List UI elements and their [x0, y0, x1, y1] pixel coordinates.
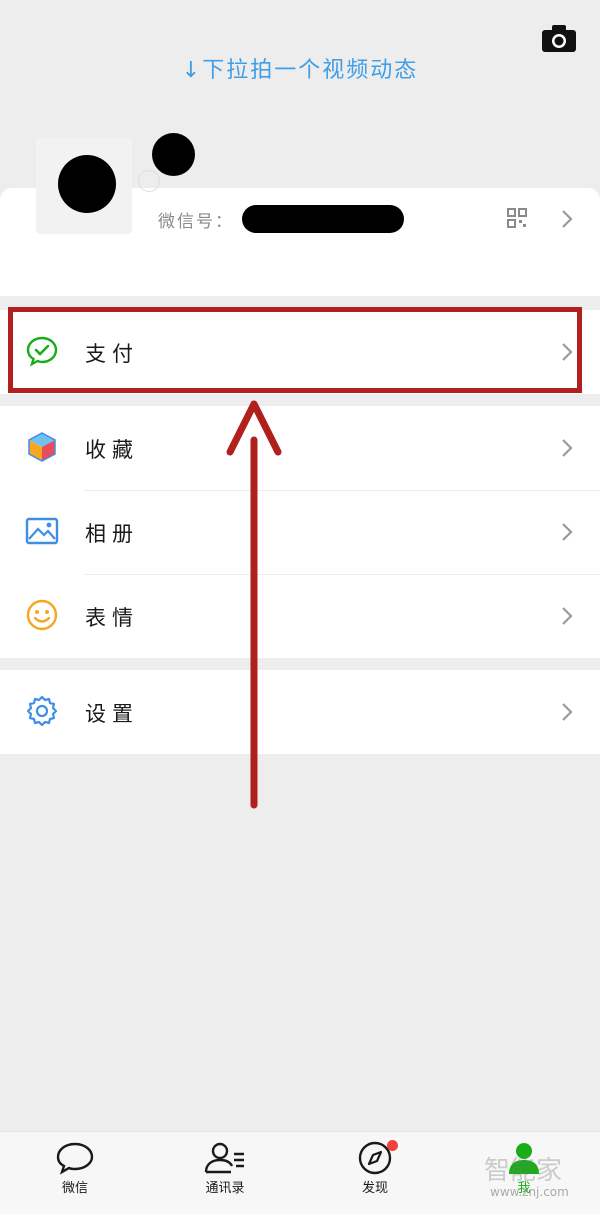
collection-section: 收藏 相册 表情: [0, 406, 600, 658]
menu-label-settings: 设置: [85, 702, 139, 726]
watermark-url: www.znj.com: [490, 1185, 569, 1199]
cube-icon: [25, 430, 59, 464]
wechat-id-redaction: [242, 205, 404, 233]
tab-label-chats: 微信: [61, 1181, 88, 1196]
settings-section: 设置: [0, 670, 600, 754]
tab-chats[interactable]: 微信: [25, 1132, 125, 1214]
chevron-right-icon: [560, 207, 574, 231]
annotation-arrow-icon: [226, 400, 282, 809]
avatar-redaction: [58, 155, 116, 213]
notification-badge: [387, 1140, 398, 1151]
nickname-redaction: [152, 133, 195, 176]
menu-label-favorites: 收藏: [85, 438, 139, 462]
chevron-right-icon: [560, 604, 574, 628]
menu-label-album: 相册: [85, 522, 139, 546]
menu-label-stickers: 表情: [85, 606, 139, 630]
highlight-box: [8, 307, 582, 393]
tab-contacts[interactable]: 通讯录: [175, 1132, 275, 1214]
menu-item-album[interactable]: 相册: [0, 490, 600, 574]
menu-item-stickers[interactable]: 表情: [0, 574, 600, 658]
smiley-icon: [25, 598, 59, 632]
chevron-right-icon: [560, 520, 574, 544]
gear-icon: [25, 694, 59, 728]
chat-bubble-icon: [56, 1142, 94, 1175]
status-icon[interactable]: [138, 170, 160, 192]
wechat-id-label: 微信号：: [158, 212, 234, 232]
pull-down-hint: ↓下拉拍一个视频动态: [181, 58, 419, 83]
picture-icon: [25, 514, 59, 548]
menu-item-settings[interactable]: 设置: [0, 670, 600, 754]
tab-label-contacts: 通讯录: [205, 1181, 245, 1196]
qr-code-icon[interactable]: [506, 207, 528, 229]
tab-label-discover: 发现: [361, 1181, 388, 1196]
camera-icon[interactable]: [540, 22, 578, 54]
chevron-right-icon: [560, 700, 574, 724]
menu-item-favorites[interactable]: 收藏: [0, 406, 600, 490]
chevron-right-icon: [560, 436, 574, 460]
contacts-icon: [204, 1142, 244, 1174]
tab-discover[interactable]: 发现: [325, 1132, 425, 1214]
